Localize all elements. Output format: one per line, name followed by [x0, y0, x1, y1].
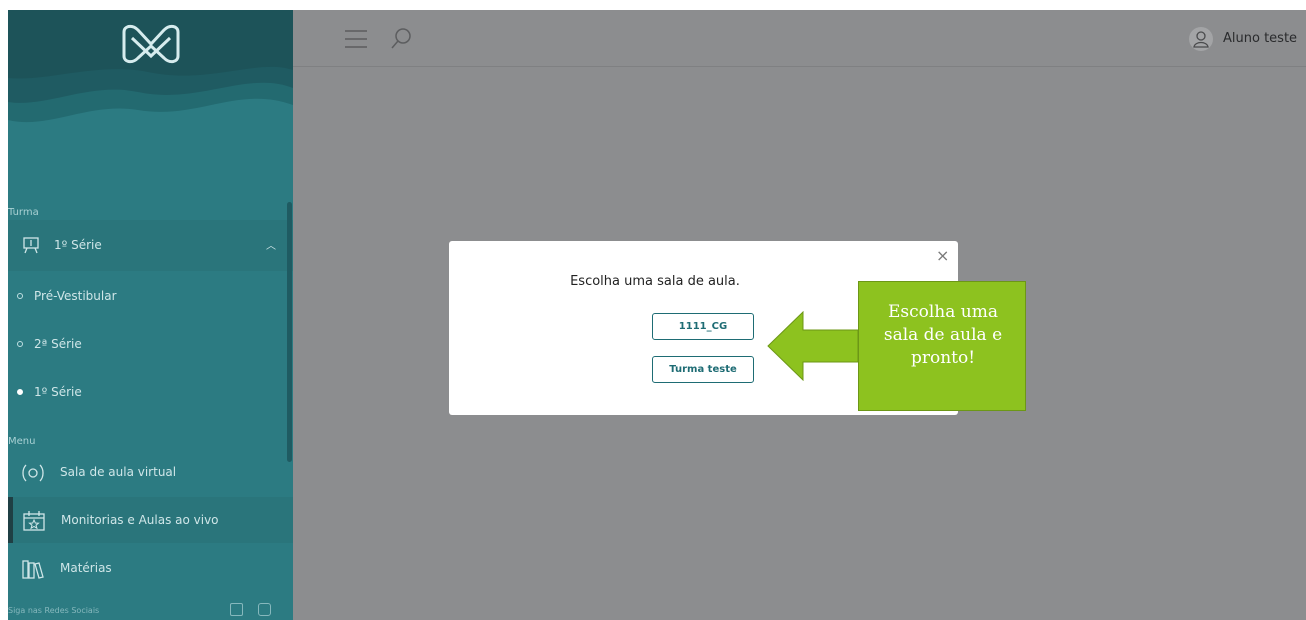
sidebar-scrollbar[interactable]: [287, 202, 292, 462]
menu-item-label: Matérias: [60, 561, 112, 575]
menu-item-monitorias[interactable]: Monitorias e Aulas ao vivo: [8, 497, 293, 543]
arrow-left-icon: [767, 311, 859, 381]
chevron-up-icon: ︿: [266, 241, 276, 252]
class-option-label: 1º Série: [34, 385, 82, 399]
user-name: Aluno teste: [1223, 31, 1298, 46]
user-menu[interactable]: Aluno teste: [1189, 27, 1306, 51]
facebook-icon[interactable]: [230, 603, 243, 616]
menu-item-label: Sala de aula virtual: [60, 465, 177, 479]
class-option-label: 2ª Série: [34, 337, 82, 351]
instagram-icon[interactable]: [258, 603, 271, 616]
menu-item-sala-virtual[interactable]: Sala de aula virtual: [8, 449, 293, 495]
top-strip: [0, 0, 1306, 10]
class-option-1a-serie[interactable]: 1º Série: [8, 369, 286, 415]
search-icon[interactable]: [390, 26, 414, 50]
modal-title: Escolha uma sala de aula.: [570, 274, 740, 289]
bullet-icon: [17, 293, 23, 299]
close-icon[interactable]: ×: [936, 248, 949, 264]
room-button-1111-cg[interactable]: 1111_CG: [652, 313, 754, 340]
menu-item-materias[interactable]: Matérias: [8, 545, 293, 591]
bullet-icon: [17, 341, 23, 347]
room-button-turma-teste[interactable]: Turma teste: [652, 356, 754, 383]
class-icon: [23, 237, 39, 254]
class-selector[interactable]: 1º Série ︿: [8, 220, 293, 271]
virtual-classroom-icon: [22, 464, 44, 482]
top-bar: Aluno teste: [293, 10, 1306, 67]
social-footer: Siga nas Redes Sociais: [8, 603, 293, 620]
turma-section-label: Turma: [8, 207, 39, 218]
class-option-label: Pré-Vestibular: [34, 289, 117, 303]
sidebar: Turma 1º Série ︿ Pré-Vestibular 2ª Série…: [8, 10, 293, 620]
menu-section-label: Menu: [8, 436, 36, 447]
user-avatar-icon: [1189, 27, 1213, 51]
hamburger-menu-icon[interactable]: [343, 27, 369, 51]
class-option-pre-vestibular[interactable]: Pré-Vestibular: [8, 273, 286, 319]
calendar-star-icon: [23, 511, 45, 531]
bullet-selected-icon: [17, 389, 23, 395]
current-class-label: 1º Série: [54, 238, 102, 252]
social-label: Siga nas Redes Sociais: [8, 606, 100, 615]
callout-text: Escolha uma sala de aula e pronto!: [883, 302, 1003, 368]
tutorial-callout: Escolha uma sala de aula e pronto!: [858, 281, 1026, 411]
class-option-2a-serie[interactable]: 2ª Série: [8, 321, 286, 367]
menu-item-label: Monitorias e Aulas ao vivo: [61, 513, 219, 527]
logo-icon: [122, 24, 180, 64]
books-icon: [22, 560, 44, 579]
